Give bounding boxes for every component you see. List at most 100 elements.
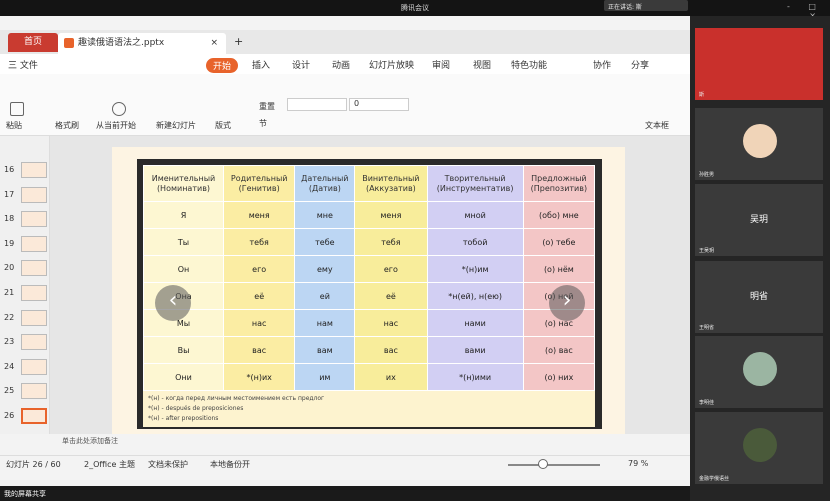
slide-preview <box>21 162 47 178</box>
participant-display: 明省 <box>749 292 768 302</box>
slide-thumbnail[interactable]: 22 <box>4 308 48 330</box>
slide-number: 22 <box>4 312 15 322</box>
table-cell: вам <box>294 336 356 364</box>
table-cell: (о) тебе <box>522 228 596 256</box>
menu-collab[interactable]: 协作 <box>593 58 611 71</box>
slide-thumbnail[interactable]: 25 <box>4 381 48 403</box>
slide-thumbnail[interactable]: 23 <box>4 332 48 354</box>
slide-thumbnail[interactable]: 19 <box>4 234 48 256</box>
slide-preview <box>21 260 47 277</box>
font-size-select[interactable]: 0 <box>349 98 409 111</box>
participant-tile[interactable]: 吴玥 王吴玥 <box>695 184 823 256</box>
avatar <box>743 124 777 158</box>
add-tab-icon[interactable]: + <box>234 35 243 48</box>
slide-thumbnail[interactable]: 24 <box>4 357 48 379</box>
menu-view[interactable]: 视图 <box>473 58 491 71</box>
table-cell: (о) вас <box>522 336 596 364</box>
case-header: Предложный (Препозитив) <box>522 165 596 202</box>
case-header-line: (Номинатив) <box>156 183 211 193</box>
case-header: Дательный (Датив) <box>294 165 356 202</box>
table-cell: вами <box>426 336 524 364</box>
prev-slide-button[interactable]: ‹ <box>155 285 191 321</box>
case-header-line: (Препозитив) <box>530 183 588 193</box>
participant-tile[interactable]: 孙胜男 <box>695 108 823 180</box>
slide-preview <box>21 358 47 375</box>
participant-panel: 斯 孙胜男 吴玥 王吴玥 明省 王明省 李明佳 金融学俄语丝 <box>690 16 830 501</box>
menu-review[interactable]: 审阅 <box>432 58 450 71</box>
table-cell: (обо) мне <box>522 201 596 229</box>
table-cell: *(н)ими <box>426 363 524 391</box>
new-slide-button[interactable]: 新建幻灯片 <box>156 120 196 131</box>
format-painter-button[interactable]: 格式刷 <box>55 120 79 131</box>
slide-thumbnail-panel: 16 17 18 19 20 21 22 23 24 25 26 <box>0 136 50 434</box>
slide-thumbnail[interactable]: 21 <box>4 283 48 305</box>
table-cell: *(н)им <box>426 255 524 283</box>
slide-thumbnail[interactable]: 20 <box>4 258 48 280</box>
zoom-level[interactable]: 79 % <box>628 459 648 468</box>
table-cell: нас <box>222 309 296 337</box>
table-cell: (о) них <box>522 363 596 391</box>
menu-animation[interactable]: 动画 <box>332 58 350 71</box>
close-icon[interactable]: × <box>210 33 218 54</box>
status-bar: 幻灯片 26 / 60 2_Office 主题 文档未保护 本地备份开 79 % <box>0 455 690 473</box>
menu-design[interactable]: 设计 <box>292 58 310 71</box>
next-slide-button[interactable]: › <box>549 285 585 321</box>
participant-name: 王明省 <box>699 325 715 331</box>
notes-placeholder[interactable]: 单击此处添加备注 <box>50 434 690 448</box>
menu-bar: 三 文件 开始 插入 设计 动画 幻灯片放映 审阅 视图 特色功能 协作 分享 <box>0 54 690 74</box>
slide-number: 23 <box>4 337 15 347</box>
protect-status[interactable]: 文档未保护 <box>148 459 188 470</box>
play-icon <box>112 102 126 116</box>
case-header-line: (Генитив) <box>238 183 280 193</box>
paste-button[interactable]: 粘贴 <box>6 120 22 131</box>
slide-thumbnail[interactable]: 17 <box>4 185 48 207</box>
case-header-line: Творительный <box>444 173 506 183</box>
slide-thumbnail[interactable]: 16 <box>4 160 48 182</box>
table-row: Яменя мне меня мной (обо) мне <box>143 201 596 229</box>
participant-tile[interactable]: 李明佳 <box>695 336 823 408</box>
table-row: Вы вас вам вас вами (о) вас <box>143 336 596 364</box>
participant-name: 金融学俄语丝 <box>699 476 730 482</box>
font-name-select[interactable] <box>287 98 347 111</box>
backup-status[interactable]: 本地备份开 <box>210 459 250 470</box>
ribbon: 粘贴 格式刷 从当前开始 新建幻灯片 版式 重置 节 0 文本框 <box>0 74 690 136</box>
tab-home[interactable]: 首页 <box>8 33 58 52</box>
layout-button[interactable]: 版式 <box>215 120 231 131</box>
table-cell: Я <box>143 201 224 229</box>
note-line: *(н) - когда перед личным местоимением е… <box>148 395 325 402</box>
paste-icon <box>10 102 24 116</box>
slide-number: 19 <box>4 238 15 248</box>
from-current-button[interactable]: 从当前开始 <box>96 120 136 131</box>
case-header-line: Предложный <box>531 173 587 183</box>
tab-file[interactable]: 趣读俄语语法之.pptx × <box>58 33 226 54</box>
table-cell: их <box>354 363 428 391</box>
window-controls[interactable]: - □ × <box>770 0 830 20</box>
zoom-slider-handle[interactable] <box>538 459 548 469</box>
participant-tile-video[interactable]: 斯 <box>695 28 823 100</box>
participant-tile[interactable]: 明省 王明省 <box>695 261 823 333</box>
menu-file[interactable]: 三 文件 <box>8 58 38 71</box>
menu-special[interactable]: 特色功能 <box>511 58 547 71</box>
menu-slideshow[interactable]: 幻灯片放映 <box>369 58 414 71</box>
menu-insert[interactable]: 插入 <box>252 58 270 71</box>
slide-thumbnail[interactable]: 18 <box>4 209 48 231</box>
zoom-slider[interactable] <box>508 464 600 466</box>
case-header: Творительный (Инструментатив) <box>426 165 524 202</box>
slide-number: 24 <box>4 361 15 371</box>
meeting-title: 腾讯会议 <box>401 4 429 12</box>
table-row: Ты тебя тебе тебя тобой (о) тебе <box>143 228 596 256</box>
slide-thumbnail[interactable]: 26 <box>4 406 48 428</box>
slide-preview <box>21 235 47 252</box>
menu-share[interactable]: 分享 <box>631 58 649 71</box>
table-row: Они *(н)их им их *(н)ими (о) них <box>143 363 596 391</box>
slide-number: 16 <box>4 165 15 174</box>
table-cell: (о) нём <box>522 255 596 283</box>
reset-button[interactable]: 重置 <box>259 101 275 112</box>
note-line: *(н) - después de preposiciones <box>148 405 244 412</box>
section-button[interactable]: 节 <box>259 118 267 129</box>
table-cell: его <box>222 255 296 283</box>
menu-start[interactable]: 开始 <box>206 58 239 73</box>
participant-tile[interactable]: 金融学俄语丝 <box>695 412 823 484</box>
slide-number: 17 <box>4 189 15 199</box>
text-box-button[interactable]: 文本框 <box>645 120 669 131</box>
